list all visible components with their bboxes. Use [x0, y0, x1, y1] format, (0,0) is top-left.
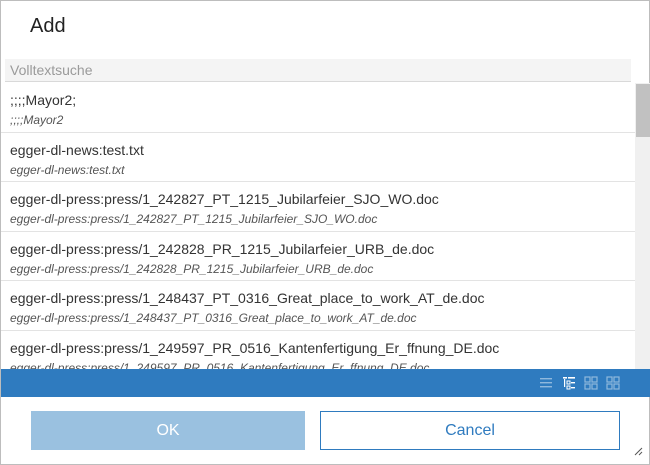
dialog-title: Add	[30, 15, 66, 37]
item-title: egger-dl-news:test.txt	[10, 141, 144, 158]
grid-view-icon[interactable]	[584, 376, 598, 390]
view-toolbar	[1, 369, 650, 397]
results-list-container: ;;;;Mayor2; ;;;;Mayor2 egger-dl-news:tes…	[1, 83, 650, 369]
resize-grip-icon[interactable]	[633, 446, 643, 456]
item-title: egger-dl-press:press/1_248437_PT_0316_Gr…	[10, 290, 485, 306]
item-subtitle: egger-dl-news:test.txt	[10, 162, 125, 177]
search-bar	[5, 59, 631, 82]
vertical-scrollbar[interactable]	[635, 83, 650, 369]
list-item[interactable]: ;;;;Mayor2; ;;;;Mayor2	[1, 83, 635, 133]
add-dialog: Add ;;;;Mayor2; ;;;;Mayor2 egger-dl-news…	[0, 0, 650, 465]
item-subtitle: egger-dl-press:press/1_242827_PT_1215_Ju…	[10, 212, 378, 226]
list-item[interactable]: egger-dl-press:press/1_249597_PR_0516_Ka…	[1, 331, 635, 370]
item-subtitle: egger-dl-press:press/1_249597_PR_0516_Ka…	[10, 360, 430, 370]
item-subtitle: egger-dl-press:press/1_242828_PR_1215_Ju…	[10, 261, 374, 276]
item-title: egger-dl-press:press/1_242827_PT_1215_Ju…	[10, 191, 439, 207]
fulltext-search-input[interactable]	[5, 59, 631, 81]
list-item[interactable]: egger-dl-press:press/1_242827_PT_1215_Ju…	[1, 182, 635, 232]
item-subtitle: egger-dl-press:press/1_248437_PT_0316_Gr…	[10, 311, 417, 325]
cancel-button[interactable]: Cancel	[320, 411, 620, 450]
list-item[interactable]: egger-dl-press:press/1_242828_PR_1215_Ju…	[1, 232, 635, 281]
ok-button[interactable]: OK	[31, 411, 305, 450]
item-title: egger-dl-press:press/1_249597_PR_0516_Ka…	[10, 339, 500, 356]
item-title: egger-dl-press:press/1_242828_PR_1215_Ju…	[10, 240, 435, 257]
item-title: ;;;;Mayor2;	[10, 92, 77, 108]
tiles-view-icon[interactable]	[606, 376, 620, 390]
tree-view-icon[interactable]	[562, 376, 576, 390]
scrollbar-thumb[interactable]	[636, 84, 650, 137]
item-subtitle: ;;;;Mayor2	[10, 113, 64, 127]
results-list: ;;;;Mayor2; ;;;;Mayor2 egger-dl-news:tes…	[1, 83, 635, 369]
list-item[interactable]: egger-dl-news:test.txt egger-dl-news:tes…	[1, 133, 635, 182]
list-item[interactable]: egger-dl-press:press/1_248437_PT_0316_Gr…	[1, 281, 635, 331]
list-view-icon[interactable]	[539, 376, 553, 390]
